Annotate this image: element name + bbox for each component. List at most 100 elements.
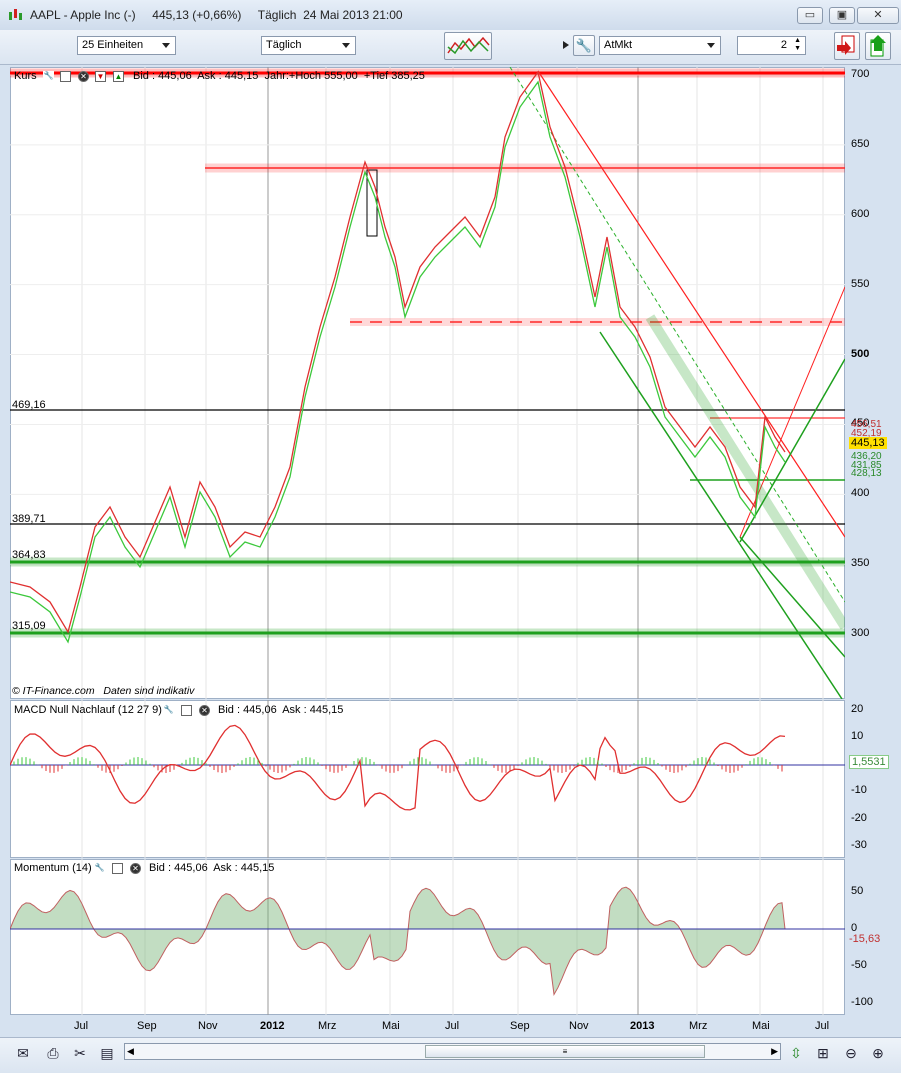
window-icon[interactable] — [60, 71, 71, 82]
momentum-axis-tick: 50 — [851, 885, 863, 897]
zoom-fit-icon[interactable]: ⇳ — [787, 1044, 805, 1062]
momentum-chart — [10, 859, 845, 1015]
buy-icon — [866, 33, 890, 59]
momentum-quote: Bid : 445,06 Ask : 445,15 — [149, 862, 274, 874]
period-value: Täglich — [266, 39, 301, 51]
momentum-panel-title: Momentum (14) — [14, 862, 92, 874]
level-label-364: 364,83 — [12, 549, 46, 561]
sell-icon — [835, 33, 859, 59]
minimize-icon: ▭ — [805, 9, 815, 21]
price-axis-tick: 600 — [851, 208, 869, 220]
time-axis-label: Jul — [445, 1020, 459, 1032]
toolbar: 25 Einheiten Täglich 🔧 AtMkt 2 ▲▼ — [0, 30, 901, 65]
minimize-button[interactable]: ▭ — [797, 7, 823, 24]
close-icon[interactable]: ✕ — [199, 705, 210, 716]
window-title: AAPL - Apple Inc (-) 445,13 (+0,66%) Täg… — [30, 8, 403, 22]
time-axis-label: 2013 — [630, 1020, 654, 1032]
time-axis-label: Sep — [510, 1020, 530, 1032]
time-axis-label: Nov — [569, 1020, 589, 1032]
data-source-footer: © IT-Finance.com Daten sind indikativ — [12, 685, 194, 697]
chart-type-icon — [445, 33, 491, 59]
macd-axis-tick: -30 — [851, 839, 867, 851]
macd-panel-title: MACD Null Nachlauf (12 27 9) — [14, 704, 162, 716]
time-axis-label: Mai — [382, 1020, 400, 1032]
arrow-up-icon[interactable]: ▲ — [113, 71, 124, 82]
momentum-axis-tick: -50 — [851, 959, 867, 971]
chart-type-button[interactable] — [444, 32, 492, 60]
chevron-down-icon — [162, 43, 170, 48]
price-quote: Bid : 445,06 Ask : 445,15 Jahr:+Hoch 555… — [133, 70, 425, 82]
window-icon[interactable] — [112, 863, 123, 874]
buy-button[interactable] — [865, 32, 891, 60]
close-icon[interactable]: ✕ — [78, 71, 89, 82]
close-icon[interactable]: ✕ — [130, 863, 141, 874]
macd-chart — [10, 700, 845, 858]
wrench-icon[interactable]: 🔧 — [43, 71, 54, 82]
price-right-label: 452,19 — [851, 428, 882, 439]
down-trend-line — [538, 71, 845, 537]
sell-button[interactable] — [834, 32, 860, 60]
maximize-icon: ▣ — [837, 9, 847, 21]
title-bar: AAPL - Apple Inc (-) 445,13 (+0,66%) Täg… — [0, 0, 901, 31]
level-label-469: 469,16 — [12, 399, 46, 411]
price-axis-tick: 700 — [851, 68, 869, 80]
macd-quote: Bid : 445,06 Ask : 445,15 — [218, 704, 343, 716]
wrench-icon: 🔧 — [576, 38, 592, 53]
maximize-button[interactable]: ▣ — [829, 7, 855, 24]
chevron-down-icon — [707, 43, 715, 48]
macd-axis-tick: -10 — [851, 784, 867, 796]
order-settings-button[interactable]: 🔧 — [573, 35, 595, 56]
time-axis-label: Jul — [74, 1020, 88, 1032]
scroll-left-icon[interactable]: ◀ — [127, 1046, 134, 1057]
price-axis-tick: 650 — [851, 138, 869, 150]
momentum-current-value: -15,63 — [849, 933, 880, 945]
units-value: 25 Einheiten — [82, 39, 143, 51]
macd-axis-tick: -20 — [851, 812, 867, 824]
quantity-value: 2 — [781, 39, 787, 51]
window-icon[interactable] — [181, 705, 192, 716]
zoom-in-icon[interactable]: ⊕ — [869, 1044, 887, 1062]
quantity-stepper[interactable]: 2 ▲▼ — [737, 36, 806, 55]
time-axis-label: 2012 — [260, 1020, 284, 1032]
price-axis-tick: 350 — [851, 557, 869, 569]
macd-axis-tick: 10 — [851, 730, 863, 742]
save-icon[interactable]: ▤ — [98, 1044, 116, 1062]
scroll-right-icon[interactable]: ▶ — [771, 1046, 778, 1057]
momentum-area — [10, 887, 785, 994]
price-axis-tick: 550 — [851, 278, 869, 290]
period-dropdown[interactable]: Täglich — [261, 36, 356, 55]
macd-current-value: 1,5531 — [849, 755, 889, 769]
momentum-axis-tick: -100 — [851, 996, 873, 1008]
zoom-area-icon[interactable]: ⊞ — [814, 1044, 832, 1062]
price-panel-title: Kurs — [14, 70, 37, 82]
channel-lower-line — [600, 332, 842, 699]
printer-icon[interactable]: ⎙ — [44, 1044, 62, 1062]
macd-axis-tick: 20 — [851, 703, 863, 715]
wrench-icon[interactable]: 🔧 — [94, 863, 105, 874]
price-right-label: 436,20 — [851, 451, 882, 462]
close-icon: ✕ — [873, 9, 882, 21]
scroll-thumb[interactable]: ≡ — [425, 1045, 705, 1058]
zoom-out-icon[interactable]: ⊖ — [842, 1044, 860, 1062]
price-axis-tick: 500 — [851, 348, 869, 360]
units-dropdown[interactable]: 25 Einheiten — [77, 36, 176, 55]
price-axis-tick: 400 — [851, 487, 869, 499]
arrow-down-icon[interactable]: ▼ — [95, 71, 106, 82]
time-axis-label: Sep — [137, 1020, 157, 1032]
horizontal-scrollbar[interactable]: ◀ ≡ ▶ — [124, 1043, 781, 1060]
level-label-315: 315,09 — [12, 620, 46, 632]
order-type-dropdown[interactable]: AtMkt — [599, 36, 721, 55]
time-axis-label: Nov — [198, 1020, 218, 1032]
channel-glow — [650, 317, 845, 627]
chevron-down-icon — [342, 43, 350, 48]
time-axis-label: Jul — [815, 1020, 829, 1032]
expand-arrow-icon[interactable] — [563, 38, 569, 52]
time-axis-label: Mrz — [318, 1020, 336, 1032]
order-type-value: AtMkt — [604, 39, 632, 51]
channel-mid-line — [510, 67, 845, 602]
wrench-icon[interactable]: 🔧 — [163, 705, 174, 716]
close-button[interactable]: ✕ — [857, 7, 899, 24]
envelope-icon[interactable]: ✉ — [14, 1044, 32, 1062]
time-axis-label: Mrz — [689, 1020, 707, 1032]
tools-icon[interactable]: ✂ — [71, 1044, 89, 1062]
